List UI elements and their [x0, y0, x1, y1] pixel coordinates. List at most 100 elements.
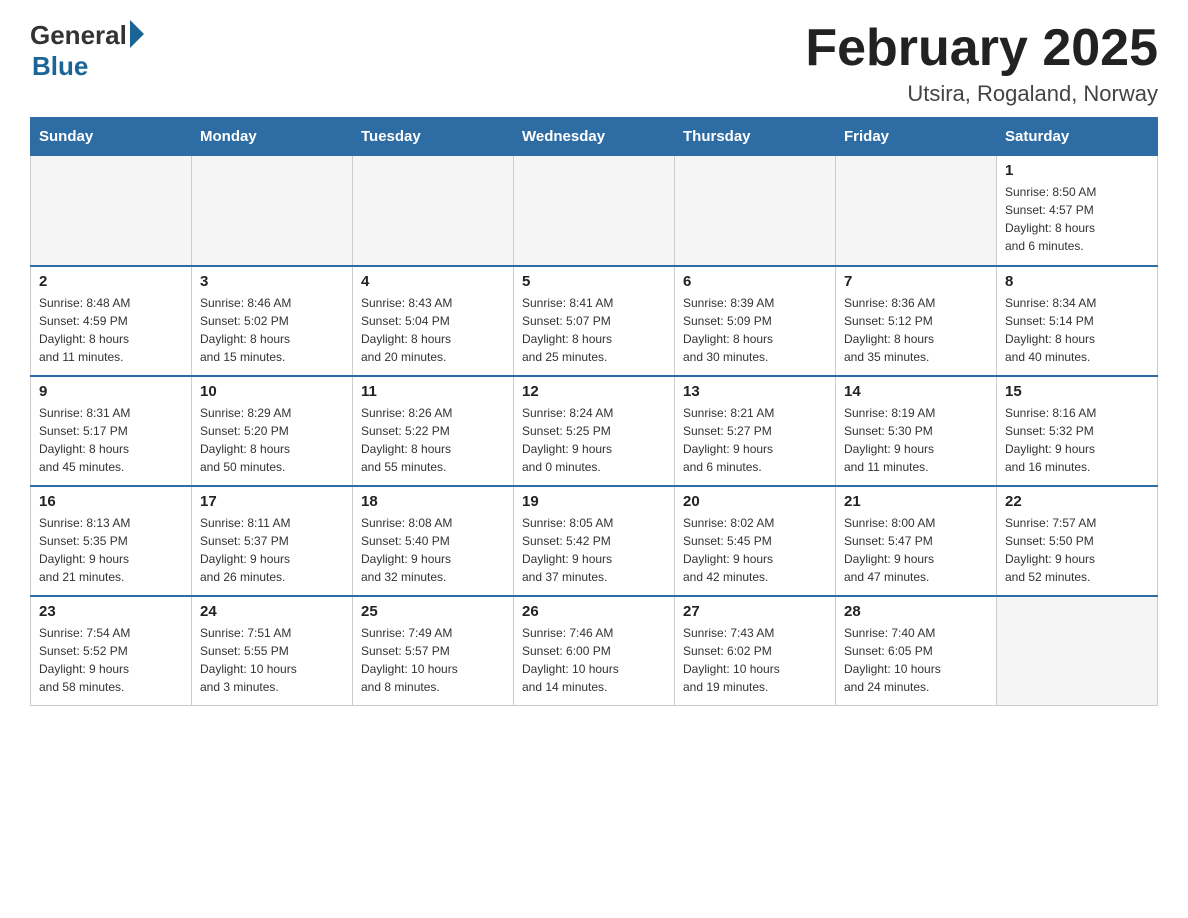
day-info: Sunrise: 8:34 AMSunset: 5:14 PMDaylight:…: [1005, 294, 1149, 366]
page-header: General Blue February 2025 Utsira, Rogal…: [30, 20, 1158, 107]
calendar-cell: 11 Sunrise: 8:26 AMSunset: 5:22 PMDayligh…: [353, 376, 514, 486]
day-number: 27: [683, 603, 827, 620]
weekday-header-thursday: Thursday: [675, 118, 836, 156]
calendar-cell: 16 Sunrise: 8:13 AMSunset: 5:35 PMDayligh…: [31, 486, 192, 596]
calendar-cell: 10 Sunrise: 8:29 AMSunset: 5:20 PMDayligh…: [192, 376, 353, 486]
day-number: 11: [361, 383, 505, 400]
calendar-week-row: 16 Sunrise: 8:13 AMSunset: 5:35 PMDayligh…: [31, 486, 1158, 596]
calendar-cell: 17Sunrise: 8:11 AMSunset: 5:37 PMDayligh…: [192, 486, 353, 596]
day-number: 3: [200, 273, 344, 290]
day-number: 22: [1005, 493, 1149, 510]
calendar-cell: 19 Sunrise: 8:05 AMSunset: 5:42 PMDayligh…: [514, 486, 675, 596]
day-number: 6: [683, 273, 827, 290]
day-info: Sunrise: 8:48 AMSunset: 4:59 PMDaylight:…: [39, 294, 183, 366]
day-info: Sunrise: 8:50 AMSunset: 4:57 PMDaylight:…: [1005, 183, 1149, 255]
day-number: 5: [522, 273, 666, 290]
day-number: 10: [200, 383, 344, 400]
day-number: 9: [39, 383, 183, 400]
day-number: 8: [1005, 273, 1149, 290]
day-info: Sunrise: 8:21 AMSunset: 5:27 PMDaylight:…: [683, 404, 827, 476]
calendar-cell: 23 Sunrise: 7:54 AMSunset: 5:52 PMDayligh…: [31, 596, 192, 706]
calendar-cell: 7Sunrise: 8:36 AMSunset: 5:12 PMDaylight…: [836, 266, 997, 376]
logo-blue-text: Blue: [32, 51, 88, 82]
calendar-cell: [353, 156, 514, 266]
day-info: Sunrise: 8:02 AMSunset: 5:45 PMDaylight:…: [683, 514, 827, 586]
day-number: 18: [361, 493, 505, 510]
calendar-cell: 12Sunrise: 8:24 AMSunset: 5:25 PMDayligh…: [514, 376, 675, 486]
calendar-cell: [31, 156, 192, 266]
day-number: 14: [844, 383, 988, 400]
day-number: 21: [844, 493, 988, 510]
day-number: 13: [683, 383, 827, 400]
weekday-header-saturday: Saturday: [997, 118, 1158, 156]
calendar-cell: 14Sunrise: 8:19 AMSunset: 5:30 PMDayligh…: [836, 376, 997, 486]
day-number: 26: [522, 603, 666, 620]
day-info: Sunrise: 8:24 AMSunset: 5:25 PMDaylight:…: [522, 404, 666, 476]
day-number: 7: [844, 273, 988, 290]
day-number: 16: [39, 493, 183, 510]
day-number: 25: [361, 603, 505, 620]
weekday-header-sunday: Sunday: [31, 118, 192, 156]
month-title: February 2025: [805, 20, 1158, 77]
calendar-cell: 22 Sunrise: 7:57 AMSunset: 5:50 PMDayligh…: [997, 486, 1158, 596]
day-number: 23: [39, 603, 183, 620]
calendar-cell: 1 Sunrise: 8:50 AMSunset: 4:57 PMDaylight…: [997, 156, 1158, 266]
day-number: 24: [200, 603, 344, 620]
day-info: Sunrise: 7:43 AMSunset: 6:02 PMDaylight:…: [683, 624, 827, 696]
calendar-week-row: 1 Sunrise: 8:50 AMSunset: 4:57 PMDaylight…: [31, 156, 1158, 266]
calendar-cell: 6 Sunrise: 8:39 AMSunset: 5:09 PMDaylight…: [675, 266, 836, 376]
calendar-cell: [675, 156, 836, 266]
logo: General Blue: [30, 20, 144, 82]
day-number: 28: [844, 603, 988, 620]
calendar-cell: 28 Sunrise: 7:40 AMSunset: 6:05 PMDayligh…: [836, 596, 997, 706]
day-info: Sunrise: 8:00 AMSunset: 5:47 PMDaylight:…: [844, 514, 988, 586]
day-info: Sunrise: 8:39 AMSunset: 5:09 PMDaylight:…: [683, 294, 827, 366]
day-info: Sunrise: 8:05 AMSunset: 5:42 PMDaylight:…: [522, 514, 666, 586]
calendar-cell: 26 Sunrise: 7:46 AMSunset: 6:00 PMDayligh…: [514, 596, 675, 706]
day-info: Sunrise: 8:46 AMSunset: 5:02 PMDaylight:…: [200, 294, 344, 366]
day-number: 4: [361, 273, 505, 290]
day-info: Sunrise: 7:49 AMSunset: 5:57 PMDaylight:…: [361, 624, 505, 696]
calendar-cell: [192, 156, 353, 266]
day-number: 20: [683, 493, 827, 510]
day-info: Sunrise: 7:51 AMSunset: 5:55 PMDaylight:…: [200, 624, 344, 696]
calendar-cell: 2 Sunrise: 8:48 AMSunset: 4:59 PMDaylight…: [31, 266, 192, 376]
weekday-header-friday: Friday: [836, 118, 997, 156]
calendar-cell: 20 Sunrise: 8:02 AMSunset: 5:45 PMDayligh…: [675, 486, 836, 596]
weekday-header-tuesday: Tuesday: [353, 118, 514, 156]
weekday-header-wednesday: Wednesday: [514, 118, 675, 156]
calendar-cell: 18 Sunrise: 8:08 AMSunset: 5:40 PMDayligh…: [353, 486, 514, 596]
calendar-cell: 4 Sunrise: 8:43 AMSunset: 5:04 PMDaylight…: [353, 266, 514, 376]
calendar-cell: 5 Sunrise: 8:41 AMSunset: 5:07 PMDaylight…: [514, 266, 675, 376]
title-block: February 2025 Utsira, Rogaland, Norway: [805, 20, 1158, 107]
day-info: Sunrise: 7:40 AMSunset: 6:05 PMDaylight:…: [844, 624, 988, 696]
calendar-cell: 24 Sunrise: 7:51 AMSunset: 5:55 PMDayligh…: [192, 596, 353, 706]
day-info: Sunrise: 8:41 AMSunset: 5:07 PMDaylight:…: [522, 294, 666, 366]
day-number: 2: [39, 273, 183, 290]
day-info: Sunrise: 7:57 AMSunset: 5:50 PMDaylight:…: [1005, 514, 1149, 586]
day-info: Sunrise: 8:08 AMSunset: 5:40 PMDaylight:…: [361, 514, 505, 586]
calendar-cell: [514, 156, 675, 266]
day-info: Sunrise: 8:29 AMSunset: 5:20 PMDaylight:…: [200, 404, 344, 476]
calendar-table: SundayMondayTuesdayWednesdayThursdayFrid…: [30, 117, 1158, 706]
calendar-cell: 21 Sunrise: 8:00 AMSunset: 5:47 PMDayligh…: [836, 486, 997, 596]
location: Utsira, Rogaland, Norway: [805, 81, 1158, 107]
day-info: Sunrise: 8:16 AMSunset: 5:32 PMDaylight:…: [1005, 404, 1149, 476]
day-number: 19: [522, 493, 666, 510]
day-number: 17: [200, 493, 344, 510]
day-number: 15: [1005, 383, 1149, 400]
calendar-week-row: 9Sunrise: 8:31 AMSunset: 5:17 PMDaylight…: [31, 376, 1158, 486]
logo-general-text: General: [30, 20, 127, 51]
day-info: Sunrise: 8:13 AMSunset: 5:35 PMDaylight:…: [39, 514, 183, 586]
weekday-header-monday: Monday: [192, 118, 353, 156]
calendar-cell: 27 Sunrise: 7:43 AMSunset: 6:02 PMDayligh…: [675, 596, 836, 706]
day-info: Sunrise: 8:26 AMSunset: 5:22 PMDaylight:…: [361, 404, 505, 476]
day-info: Sunrise: 7:46 AMSunset: 6:00 PMDaylight:…: [522, 624, 666, 696]
day-number: 1: [1005, 162, 1149, 179]
calendar-week-row: 2 Sunrise: 8:48 AMSunset: 4:59 PMDaylight…: [31, 266, 1158, 376]
calendar-cell: 8 Sunrise: 8:34 AMSunset: 5:14 PMDaylight…: [997, 266, 1158, 376]
day-info: Sunrise: 7:54 AMSunset: 5:52 PMDaylight:…: [39, 624, 183, 696]
calendar-week-row: 23 Sunrise: 7:54 AMSunset: 5:52 PMDayligh…: [31, 596, 1158, 706]
day-info: Sunrise: 8:43 AMSunset: 5:04 PMDaylight:…: [361, 294, 505, 366]
weekday-header-row: SundayMondayTuesdayWednesdayThursdayFrid…: [31, 118, 1158, 156]
